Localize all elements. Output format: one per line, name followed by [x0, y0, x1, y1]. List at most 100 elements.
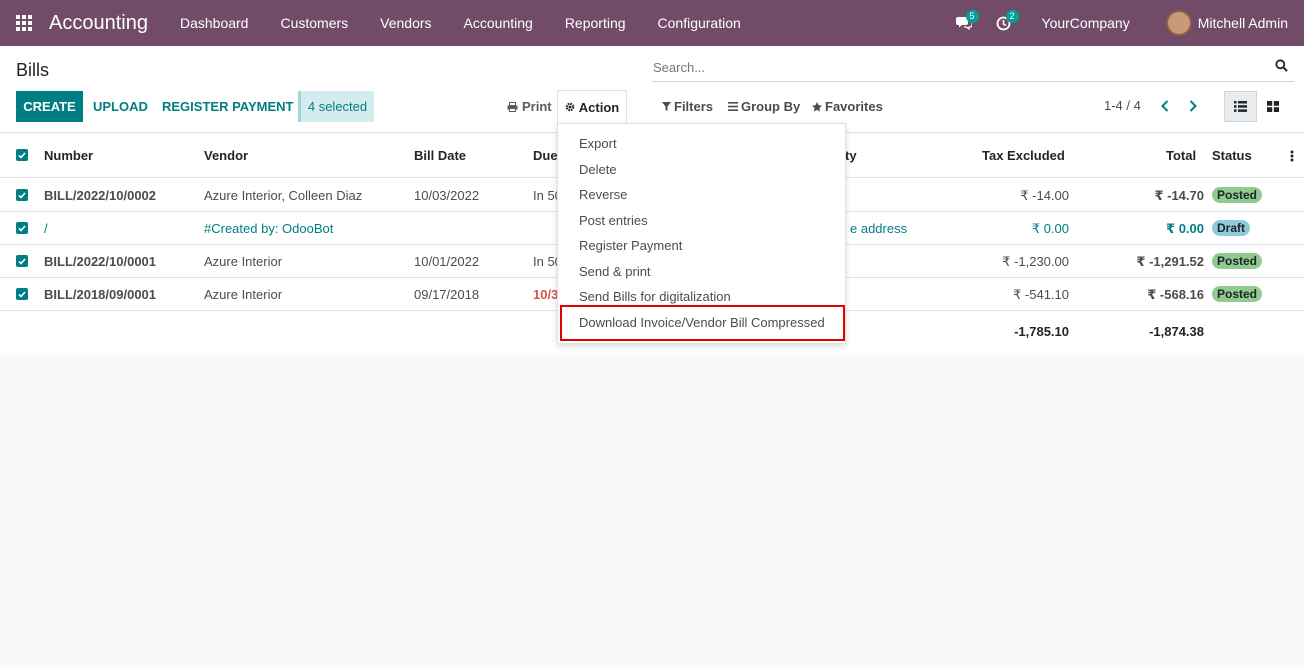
select-all-checkbox[interactable]: [16, 149, 28, 161]
column-header-status[interactable]: Status: [1212, 148, 1252, 163]
row-checkbox[interactable]: [16, 222, 28, 234]
register-payment-button[interactable]: REGISTER PAYMENT: [162, 91, 293, 122]
checkmark-icon: [18, 290, 26, 298]
action-delete[interactable]: Delete: [579, 162, 617, 177]
activities-button[interactable]: 2: [984, 0, 1024, 46]
filters-button[interactable]: Filters: [662, 91, 713, 122]
search-icon[interactable]: [1275, 59, 1288, 72]
bill-activity: e address: [850, 221, 908, 236]
control-panel: Bills CREATE UPLOAD REGISTER PAYMENT 4 s…: [0, 46, 1304, 133]
action-button[interactable]: Action: [557, 90, 627, 123]
checkmark-icon: [18, 224, 26, 232]
bill-vendor: Azure Interior, Colleen Diaz: [204, 188, 363, 203]
bill-vendor: #Created by: OdooBot: [204, 221, 334, 236]
column-header-due-date[interactable]: Due: [533, 148, 558, 163]
bill-number: BILL/2022/10/0002: [44, 188, 157, 203]
total-tax-excluded: -1,785.10: [1014, 324, 1069, 339]
column-header-activity[interactable]: ty: [845, 148, 857, 163]
column-header-tax-excluded[interactable]: Tax Excluded: [982, 148, 1065, 163]
user-avatar[interactable]: [1165, 10, 1192, 36]
column-header-number[interactable]: Number: [44, 148, 93, 163]
messages-badge: 5: [965, 10, 979, 23]
action-export[interactable]: Export: [579, 136, 617, 151]
bill-total: ₹ 0.00: [1166, 221, 1204, 236]
row-checkbox[interactable]: [16, 189, 28, 201]
column-header-vendor[interactable]: Vendor: [204, 148, 248, 163]
menu-item-reporting[interactable]: Reporting: [549, 0, 642, 46]
list-view-button[interactable]: [1224, 91, 1257, 122]
bill-total: ₹ -568.16: [1147, 287, 1204, 302]
filters-label: Filters: [674, 99, 714, 114]
user-menu[interactable]: Mitchell Admin: [1198, 15, 1288, 31]
menu-item-accounting[interactable]: Accounting: [448, 0, 549, 46]
navbar-right: 5 2 YourCompany Mitchell Admin: [944, 0, 1304, 46]
chevron-left-icon: [1161, 100, 1169, 112]
bill-date: 10/03/2022: [414, 188, 480, 203]
bill-vendor: Azure Interior: [204, 287, 283, 302]
status-badge: Draft: [1212, 220, 1251, 236]
search-input[interactable]: [653, 60, 1253, 75]
menu-item-customers[interactable]: Customers: [264, 0, 364, 46]
bill-number: BILL/2022/10/0001: [44, 254, 157, 269]
activities-badge: 2: [1005, 10, 1019, 23]
row-checkbox[interactable]: [16, 255, 28, 267]
row-checkbox[interactable]: [16, 288, 28, 300]
column-header-total[interactable]: Total: [1166, 148, 1196, 163]
bill-number: /: [44, 221, 48, 236]
print-icon: [507, 101, 518, 112]
pager-previous-button[interactable]: [1157, 96, 1173, 116]
checkmark-icon: [18, 257, 26, 265]
menu-item-vendors[interactable]: Vendors: [364, 0, 447, 46]
upload-button[interactable]: UPLOAD: [93, 91, 148, 122]
checkmark-icon: [18, 151, 26, 159]
bill-vendor: Azure Interior: [204, 254, 283, 269]
action-reverse[interactable]: Reverse: [579, 187, 627, 202]
breadcrumb: Bills: [16, 60, 50, 80]
print-label: Print: [522, 99, 552, 114]
bill-total: ₹ -1,291.52: [1136, 254, 1204, 269]
total-amount: -1,874.38: [1149, 324, 1204, 339]
menu-item-configuration[interactable]: Configuration: [642, 0, 757, 46]
action-dropdown-menu: Export Delete Reverse Post entries Regis…: [557, 123, 846, 344]
list-view-icon: [1234, 101, 1247, 112]
action-send-bills-digitalization[interactable]: Send Bills for digitalization: [579, 289, 731, 304]
bill-number: BILL/2018/09/0001: [44, 287, 157, 302]
list-lines-icon: [728, 102, 738, 111]
pager-value[interactable]: 1-4 / 4: [1104, 98, 1141, 113]
filter-icon: [662, 102, 671, 111]
action-send-print[interactable]: Send & print: [579, 264, 651, 279]
status-badge: Posted: [1212, 253, 1263, 269]
kanban-view-icon: [1267, 101, 1279, 112]
messages-button[interactable]: 5: [944, 0, 984, 46]
search-bar: [652, 56, 1294, 82]
kanban-view-button[interactable]: [1258, 91, 1288, 122]
group-by-button[interactable]: Group By: [728, 91, 800, 122]
print-button[interactable]: Print: [507, 91, 552, 122]
group-by-label: Group By: [741, 99, 801, 114]
checkmark-icon: [18, 191, 26, 199]
column-header-bill-date[interactable]: Bill Date: [414, 148, 466, 163]
apps-grid-icon[interactable]: [16, 15, 32, 31]
create-button[interactable]: CREATE: [16, 91, 83, 122]
action-post-entries[interactable]: Post entries: [579, 213, 648, 228]
bill-tax-excluded: ₹ -14.00: [1020, 188, 1069, 203]
gear-icon: [565, 102, 575, 112]
bill-due-overdue: 10/3: [533, 287, 559, 302]
column-options-icon[interactable]: [1290, 150, 1294, 162]
action-download-compressed[interactable]: Download Invoice/Vendor Bill Compressed: [579, 315, 825, 330]
bill-date: 10/01/2022: [414, 254, 480, 269]
favorites-button[interactable]: Favorites: [812, 91, 883, 122]
selected-count-badge: 4 selected: [298, 91, 374, 122]
bill-tax-excluded: ₹ -1,230.00: [1002, 254, 1069, 269]
app-name[interactable]: Accounting: [49, 12, 148, 35]
status-badge: Posted: [1212, 286, 1263, 302]
action-label: Action: [578, 99, 620, 115]
pager-next-button[interactable]: [1185, 96, 1201, 116]
chevron-right-icon: [1189, 100, 1197, 112]
action-register-payment[interactable]: Register Payment: [579, 238, 682, 253]
bill-date: 09/17/2018: [414, 287, 480, 302]
star-icon: [812, 101, 822, 111]
company-switcher[interactable]: YourCompany: [1042, 15, 1130, 31]
bill-total: ₹ -14.70: [1154, 188, 1204, 203]
menu-item-dashboard[interactable]: Dashboard: [164, 0, 265, 46]
